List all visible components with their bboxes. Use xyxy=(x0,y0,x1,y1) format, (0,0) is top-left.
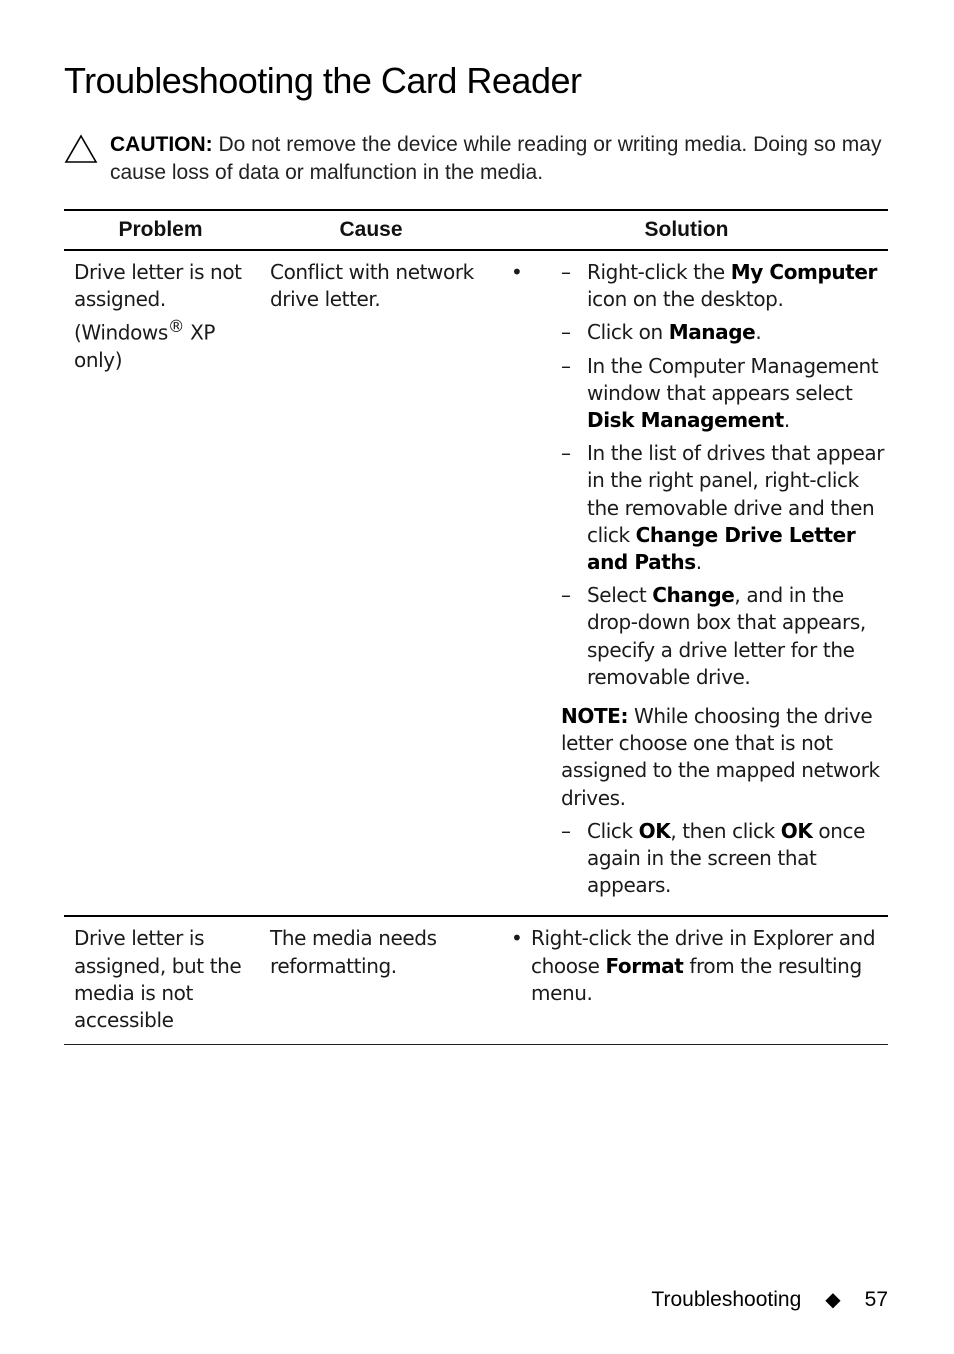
solution-step: – In the Computer Management window that … xyxy=(561,353,879,433)
problem-cell: Drive letter is not assigned. (Windows® … xyxy=(74,260,242,373)
solution-list: • – Right-click the My Computer icon on t… xyxy=(501,259,888,899)
caution-notice: CAUTION: Do not remove the device while … xyxy=(64,131,884,187)
page-footer: Troubleshooting ◆ 57 xyxy=(651,1287,888,1312)
troubleshooting-table: Problem Cause Solution Drive letter is n… xyxy=(64,209,888,1045)
note-text: NOTE: While choosing the drive letter ch… xyxy=(561,704,880,810)
solution-cell: • – Right-click the My Computer icon on t… xyxy=(485,250,888,916)
header-problem: Problem xyxy=(118,218,203,242)
caution-label: CAUTION: xyxy=(110,133,213,156)
page-title: Troubleshooting the Card Reader xyxy=(64,60,582,101)
table-row: Drive letter is not assigned. (Windows® … xyxy=(64,250,888,917)
solution-step: – Right-click the My Computer icon on the… xyxy=(561,260,878,312)
cause-cell: The media needs reformatting. xyxy=(270,926,437,978)
solution-step: – Click on Manage. xyxy=(561,320,762,345)
header-cause: Cause xyxy=(339,218,403,242)
note-label: NOTE: xyxy=(561,704,629,729)
caution-triangle-icon xyxy=(64,134,98,163)
solution-cell: • Right-click the drive in Explorer and … xyxy=(485,916,888,1044)
problem-cell: Drive letter is assigned, but the media … xyxy=(74,926,242,1033)
solution-step: – In the list of drives that appear in th… xyxy=(561,441,885,575)
table-header-row: Problem Cause Solution xyxy=(64,210,888,250)
caution-text: CAUTION: Do not remove the device while … xyxy=(110,133,882,184)
cause-cell: Conflict with network drive letter. xyxy=(270,260,474,312)
solution-step: – Click OK, then click OK once again in t… xyxy=(561,818,866,898)
table-row: Drive letter is assigned, but the media … xyxy=(64,916,888,1045)
bullet-icon: • xyxy=(511,260,523,284)
solution-step: – Select Change, and in the drop-down box… xyxy=(561,583,866,689)
diamond-icon: ◆ xyxy=(825,1289,841,1311)
footer-section: Troubleshooting xyxy=(651,1287,802,1311)
bullet-icon: • xyxy=(511,926,523,951)
header-solution: Solution xyxy=(644,218,729,242)
page-number: 57 xyxy=(864,1287,888,1311)
solution-list: • Right-click the drive in Explorer and … xyxy=(511,926,876,1005)
